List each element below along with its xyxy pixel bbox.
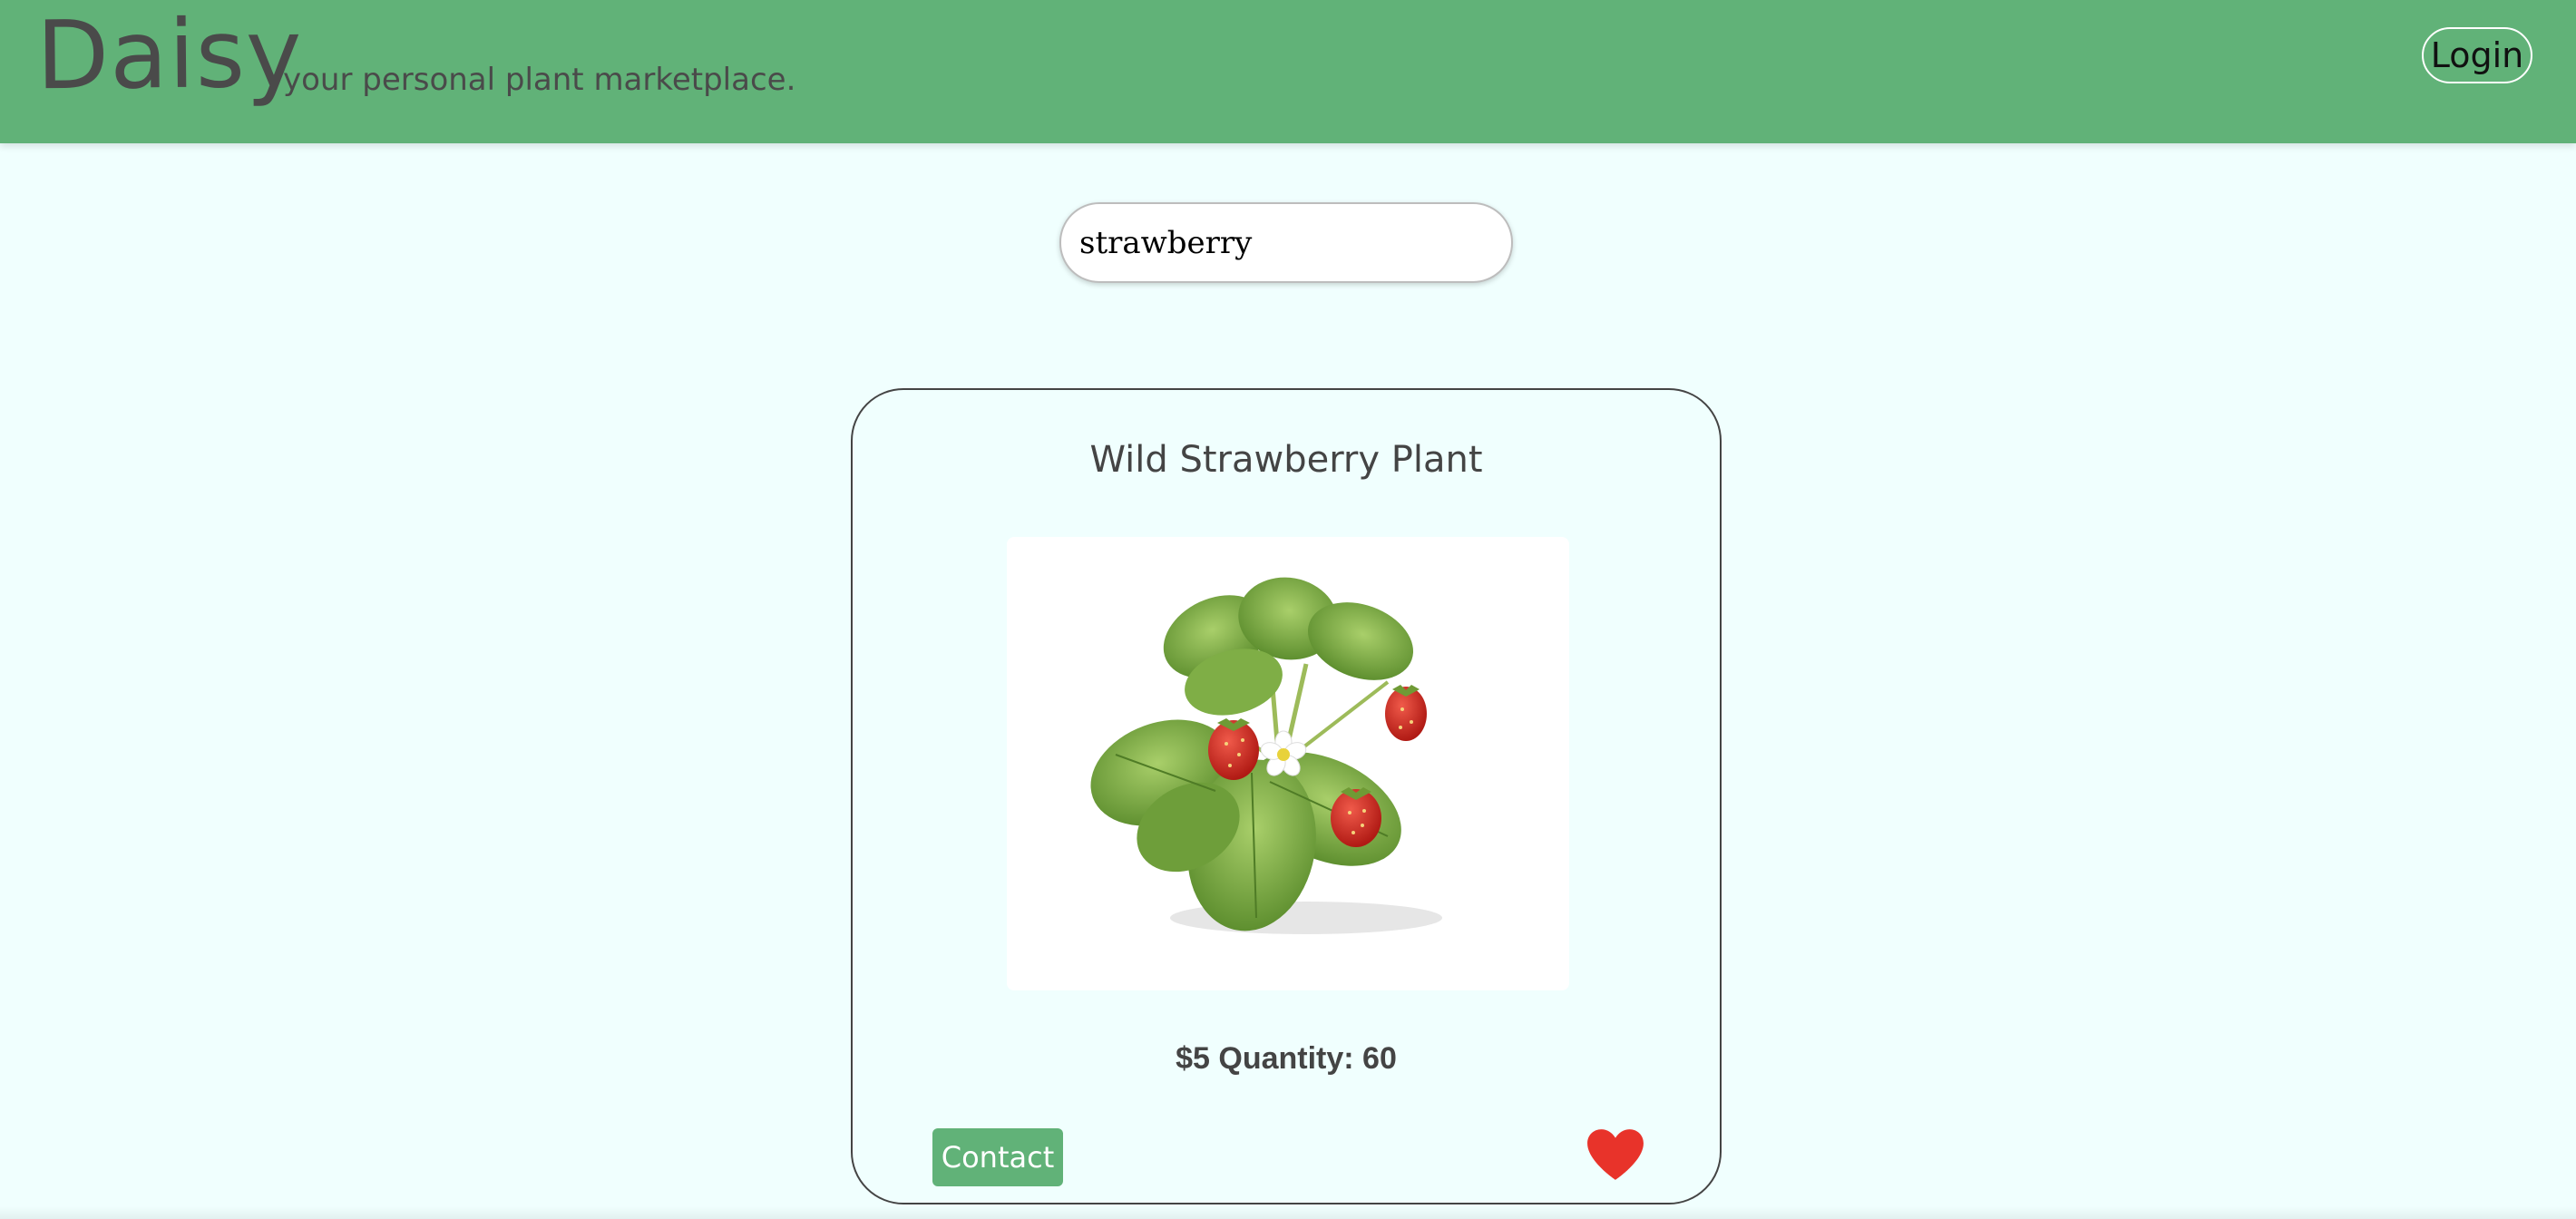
- bottom-edge-shadow: [0, 1206, 2576, 1219]
- login-button[interactable]: Login: [2422, 27, 2532, 83]
- tagline: your personal plant marketplace.: [283, 62, 796, 98]
- page: Daisy your personal plant marketplace. L…: [0, 0, 2576, 1219]
- heart-icon[interactable]: [1586, 1126, 1645, 1183]
- search-input[interactable]: [1059, 202, 1513, 283]
- strawberry-plant-illustration: [1090, 577, 1442, 934]
- brand-logo[interactable]: Daisy: [35, 0, 302, 111]
- top-bar: Daisy your personal plant marketplace. L…: [0, 0, 2576, 143]
- listing-image: [1007, 537, 1569, 990]
- price-quantity: $5 Quantity: 60: [1176, 1041, 1397, 1076]
- listing-title: Wild Strawberry Plant: [1089, 439, 1483, 481]
- contact-button[interactable]: Contact: [932, 1128, 1063, 1186]
- favorite-heart-shape: [1587, 1129, 1644, 1180]
- listing-card: Wild Strawberry Plant $5 Quantity: 60 Co…: [851, 388, 1722, 1204]
